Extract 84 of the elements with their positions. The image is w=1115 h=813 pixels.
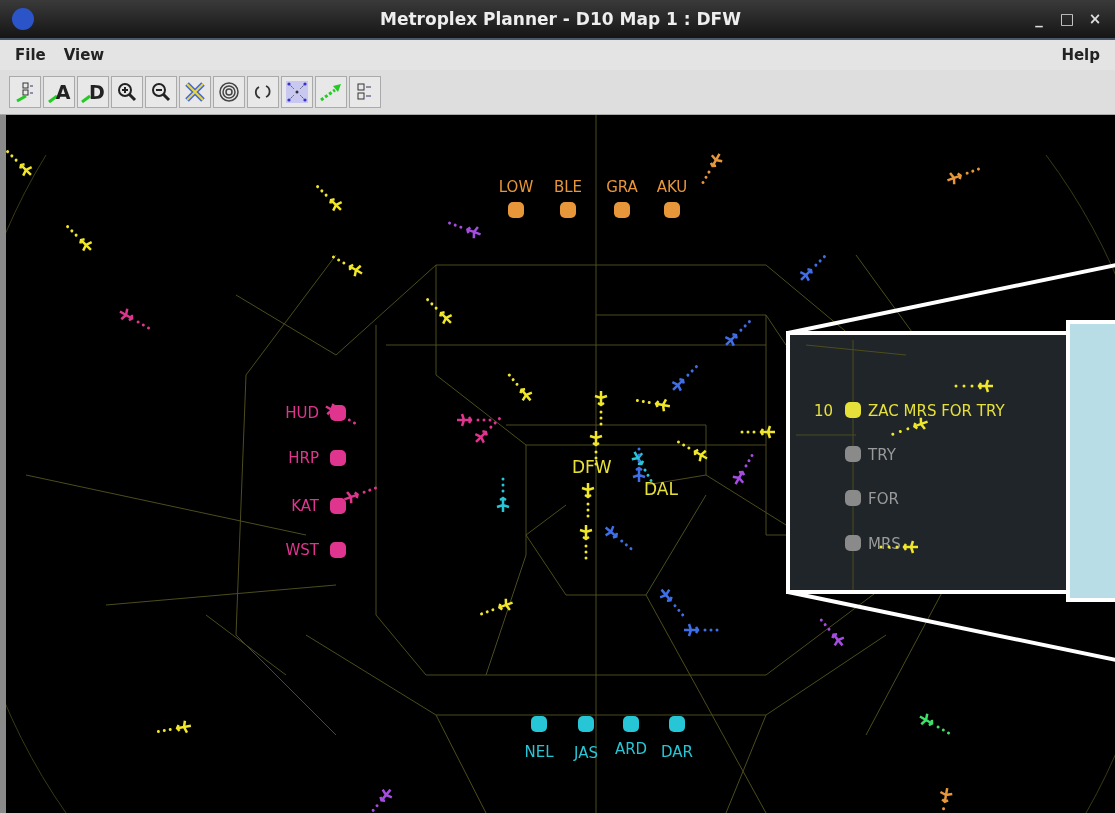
aircraft-icon[interactable] (6, 150, 33, 177)
aircraft-icon[interactable] (507, 373, 534, 402)
fix-label: WST (285, 541, 319, 559)
cross-icon (184, 81, 206, 103)
meter-fix-marker[interactable] (330, 450, 346, 466)
zoom-in-tool-button[interactable] (111, 76, 143, 108)
window-control-button[interactable]: _ (1027, 10, 1051, 28)
meter-fix-marker[interactable] (845, 490, 861, 506)
aircraft-icon[interactable] (954, 378, 995, 394)
aircraft-icon[interactable] (578, 523, 594, 560)
app-logo-icon (12, 8, 34, 30)
checklist-tool-button[interactable] (349, 76, 381, 108)
aircraft-icon[interactable] (635, 398, 672, 413)
fit-tool-button[interactable] (281, 76, 313, 108)
menu-item[interactable]: Help (1054, 44, 1107, 66)
dotted-arrow-icon (319, 82, 343, 102)
menu-item[interactable]: File (8, 44, 53, 66)
fix-label: ARD (614, 740, 648, 758)
aircraft-icon[interactable] (939, 786, 954, 811)
aircraft-icon[interactable] (580, 481, 596, 518)
aircraft-icon[interactable] (918, 712, 950, 735)
flow-count: 10 (814, 402, 834, 420)
meter-fix-marker[interactable] (330, 405, 346, 421)
zoom-out-icon (151, 82, 171, 102)
fix-label: MRS (868, 535, 901, 553)
fix-label: ZAC MRS FOR TRY (868, 402, 1005, 420)
aircraft-icon[interactable] (677, 440, 709, 463)
cross-tool-button[interactable] (179, 76, 211, 108)
airport-label: DAL (644, 479, 678, 499)
aircraft-icon[interactable] (946, 167, 980, 186)
fix-label: HRP (288, 449, 319, 467)
meter-fix-marker[interactable] (845, 446, 861, 462)
meter-fix-marker[interactable] (560, 202, 576, 218)
aircraft-icon[interactable] (332, 255, 364, 278)
fix-label: KAT (291, 497, 319, 515)
aircraft-icon[interactable] (66, 225, 93, 252)
fix-label: TRY (868, 446, 896, 464)
zoom-in-icon (117, 82, 137, 102)
aircraft-icon[interactable] (316, 185, 343, 212)
aircraft-icon[interactable] (701, 152, 724, 184)
meter-fix-marker[interactable] (614, 202, 630, 218)
fix-label: HUD (285, 404, 319, 422)
rings-icon (218, 81, 240, 103)
fix-label: BLE (553, 178, 583, 196)
aircraft-icon[interactable] (631, 447, 647, 484)
filter-tool-button[interactable] (9, 76, 41, 108)
meter-fix-marker[interactable] (508, 202, 524, 218)
aircraft-icon[interactable] (495, 477, 511, 514)
window-title: Metroplex Planner - D10 Map 1 : DFW (379, 9, 742, 29)
zoom-out-tool-button[interactable] (145, 76, 177, 108)
aircraft-icon[interactable] (740, 424, 777, 440)
aircraft-icon[interactable] (630, 450, 653, 482)
aircraft-icon[interactable] (593, 389, 609, 426)
departure-tool-button[interactable]: D (77, 76, 109, 108)
fix-label: NEL (524, 743, 554, 761)
aircraft-icon[interactable] (480, 597, 514, 616)
fix-label: AKU (656, 178, 688, 196)
aircraft-icon[interactable] (891, 416, 929, 436)
menu-item[interactable]: View (56, 44, 112, 66)
meter-fix-marker[interactable] (531, 716, 547, 732)
window-control-button[interactable]: × (1083, 10, 1107, 28)
refresh-tool-button[interactable] (247, 76, 279, 108)
meter-fix-marker[interactable] (623, 716, 639, 732)
fix-label: LOW (498, 178, 534, 196)
meter-fix-marker[interactable] (330, 542, 346, 558)
checklist-icon (15, 81, 35, 103)
rings-tool-button[interactable] (213, 76, 245, 108)
refresh-icon (254, 83, 272, 101)
meter-fix-marker[interactable] (330, 498, 346, 514)
fix-label: DAR (661, 743, 693, 761)
arrival-tool-button[interactable]: A (43, 76, 75, 108)
fix-label: GRA (606, 178, 638, 196)
meter-fix-marker[interactable] (845, 535, 861, 551)
meter-fix-marker[interactable] (664, 202, 680, 218)
window-control-button[interactable]: □ (1055, 10, 1079, 28)
meter-fix-marker[interactable] (669, 716, 685, 732)
aircraft-icon[interactable] (426, 298, 453, 325)
aircraft-icon[interactable] (156, 719, 193, 734)
fix-label: FOR (868, 490, 899, 508)
airport-label: DFW (572, 457, 612, 477)
meter-fix-marker[interactable] (845, 402, 861, 418)
fit-view-icon (285, 80, 309, 104)
fix-label: JAS (574, 744, 598, 762)
meter-fix-marker[interactable] (578, 716, 594, 732)
